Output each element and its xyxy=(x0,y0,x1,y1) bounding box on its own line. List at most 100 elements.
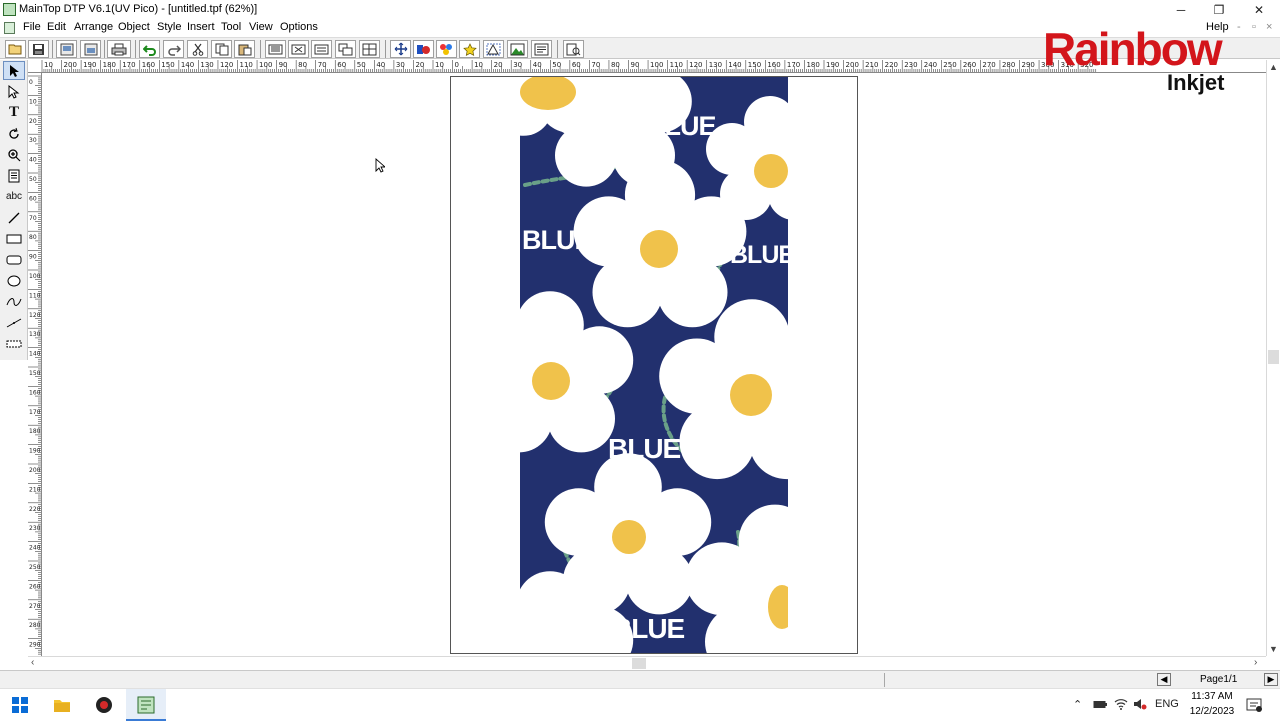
rotate-icon[interactable] xyxy=(3,124,25,143)
line-icon[interactable] xyxy=(3,208,25,227)
wifi-icon[interactable] xyxy=(1114,698,1128,710)
ungroup-icon[interactable] xyxy=(359,40,380,58)
scroll-down-arrow-icon[interactable]: ▼ xyxy=(1269,644,1278,654)
h-ruler-label: 10 xyxy=(435,61,444,69)
measure-icon[interactable] xyxy=(3,334,25,353)
clock-time[interactable]: 11:37 AM xyxy=(1187,691,1237,702)
curve-icon[interactable] xyxy=(3,292,25,311)
language-indicator[interactable]: ENG xyxy=(1155,698,1179,710)
h-ruler-label: 30 xyxy=(396,61,405,69)
scroll-up-arrow-icon[interactable]: ▲ xyxy=(1269,62,1278,72)
cut-icon[interactable] xyxy=(187,40,208,58)
design-image[interactable]: BLUE BLUE BLUE BLUE BLUE xyxy=(520,77,788,653)
align-right-icon[interactable] xyxy=(311,40,332,58)
select-arrow-icon[interactable] xyxy=(3,61,25,80)
print-page[interactable]: BLUE BLUE BLUE BLUE BLUE xyxy=(450,76,858,654)
notification-icon[interactable] xyxy=(1246,697,1262,713)
menu-options[interactable]: Options xyxy=(280,21,318,33)
mdi-close-button[interactable]: × xyxy=(1266,21,1272,33)
vertical-scroll-thumb[interactable] xyxy=(1268,350,1279,364)
rectangle-icon[interactable] xyxy=(3,229,25,248)
align-center-icon[interactable] xyxy=(288,40,309,58)
h-ruler-label: 280 xyxy=(1002,61,1015,69)
menu-insert[interactable]: Insert xyxy=(187,21,215,33)
h-ruler-label: 240 xyxy=(924,61,937,69)
v-ruler-label: 40 xyxy=(29,157,37,164)
scroll-left-arrow-icon[interactable]: ‹ xyxy=(31,657,34,668)
menu-edit[interactable]: Edit xyxy=(47,21,66,33)
minimize-button[interactable]: ─ xyxy=(1162,0,1200,20)
blue-label-4: BLUE xyxy=(608,433,681,464)
node-edit-icon[interactable] xyxy=(3,82,25,101)
app-taskbar-icon[interactable] xyxy=(95,696,113,714)
abc-text-icon[interactable]: abc xyxy=(3,187,25,206)
copy-icon[interactable] xyxy=(211,40,232,58)
save-icon[interactable] xyxy=(28,40,49,58)
h-ruler-label: 200 xyxy=(64,61,77,69)
tray-chevron-icon[interactable]: ⌃ xyxy=(1073,698,1082,711)
horizontal-scroll-thumb[interactable] xyxy=(632,658,646,669)
menu-style[interactable]: Style xyxy=(157,21,181,33)
palette-icon[interactable] xyxy=(436,40,457,58)
transform-icon[interactable] xyxy=(483,40,504,58)
h-ruler-label: 40 xyxy=(376,61,385,69)
close-button[interactable]: ✕ xyxy=(1240,0,1278,20)
print-icon[interactable] xyxy=(107,40,131,58)
h-ruler-label: 100 xyxy=(259,61,272,69)
star-icon[interactable] xyxy=(459,40,480,58)
import-icon[interactable] xyxy=(56,40,77,58)
restore-button[interactable]: ❐ xyxy=(1200,0,1238,20)
file-explorer-icon[interactable] xyxy=(53,697,71,713)
h-ruler-label: 260 xyxy=(963,61,976,69)
volume-icon[interactable] xyxy=(1133,698,1147,710)
h-ruler-label: 180 xyxy=(103,61,116,69)
document-icon[interactable] xyxy=(4,22,15,34)
text-tool-icon[interactable]: T xyxy=(3,103,25,122)
text-abc-icon[interactable] xyxy=(531,40,552,58)
polyline-icon[interactable] xyxy=(3,313,25,332)
horizontal-scrollbar[interactable]: ‹ › xyxy=(28,656,1266,670)
next-page-button[interactable]: ▶ xyxy=(1264,673,1278,686)
undo-icon[interactable] xyxy=(139,40,160,58)
prev-page-button[interactable]: ◀ xyxy=(1157,673,1171,686)
ellipse-icon[interactable] xyxy=(3,271,25,290)
vertical-ruler: 0 10 20 30 40 50 60 70 80 90 100 110 120 130 140 150 160… xyxy=(28,73,42,656)
h-ruler-label: 190 xyxy=(826,61,839,69)
v-ruler-label: 80 xyxy=(29,234,37,241)
clock-date[interactable]: 12/2/2023 xyxy=(1185,706,1239,717)
preview-icon[interactable] xyxy=(563,40,584,58)
v-ruler-label: 60 xyxy=(29,195,37,202)
maintop-icon xyxy=(137,696,155,714)
menu-tool[interactable]: Tool xyxy=(221,21,241,33)
battery-icon[interactable] xyxy=(1093,699,1107,710)
maintop-taskbar-button[interactable] xyxy=(126,689,166,721)
h-ruler-label: 150 xyxy=(161,61,174,69)
h-ruler-label: 20 xyxy=(415,61,424,69)
color-fill-icon[interactable] xyxy=(413,40,434,58)
scroll-right-arrow-icon[interactable]: › xyxy=(1254,657,1257,668)
open-icon[interactable] xyxy=(5,40,26,58)
h-ruler-label: 200 xyxy=(846,61,859,69)
menu-view[interactable]: View xyxy=(249,21,273,33)
table-icon[interactable] xyxy=(3,166,25,185)
zoom-icon[interactable] xyxy=(3,145,25,164)
group-icon[interactable] xyxy=(335,40,356,58)
menu-file[interactable]: File xyxy=(23,21,41,33)
export-icon[interactable] xyxy=(80,40,101,58)
align-left-icon[interactable] xyxy=(265,40,286,58)
v-ruler-label: 240 xyxy=(29,545,41,552)
blue-label-5: BLUE xyxy=(612,613,685,644)
canvas-workspace[interactable]: BLUE BLUE BLUE BLUE BLUE xyxy=(42,74,1266,656)
menu-object[interactable]: Object xyxy=(118,21,150,33)
paste-icon[interactable] xyxy=(234,40,255,58)
move-icon[interactable] xyxy=(390,40,411,58)
rounded-rect-icon[interactable] xyxy=(3,250,25,269)
h-ruler-label: 140 xyxy=(181,61,194,69)
windows-start-icon[interactable] xyxy=(12,697,28,713)
v-ruler-label: 140 xyxy=(29,351,41,358)
menu-arrange[interactable]: Arrange xyxy=(74,21,113,33)
redo-icon[interactable] xyxy=(163,40,184,58)
vertical-scrollbar[interactable]: ▲ ▼ xyxy=(1266,60,1280,656)
h-ruler-label: 120 xyxy=(689,61,702,69)
bitmap-icon[interactable] xyxy=(507,40,528,58)
